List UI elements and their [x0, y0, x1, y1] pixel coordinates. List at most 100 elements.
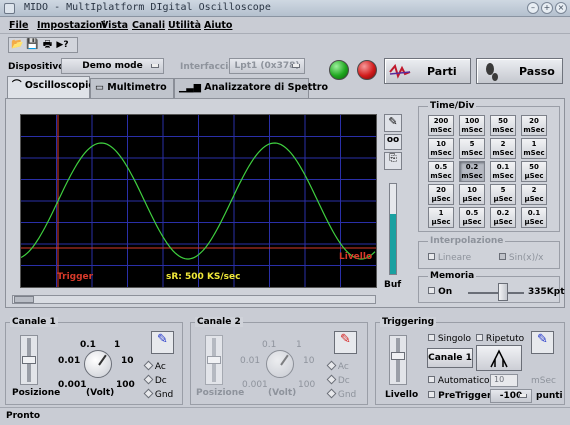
oscilloscope-tab-icon: ⌒	[12, 80, 22, 91]
rising-edge-icon	[490, 349, 508, 368]
minimize-icon[interactable]: –	[527, 2, 539, 14]
timediv-value: 0.1	[527, 209, 541, 217]
trigger-level-thumb[interactable]	[391, 352, 405, 360]
horizontal-scrollbar[interactable]	[12, 295, 376, 304]
copy-icon[interactable]: ⎘	[384, 152, 402, 170]
ch1-position-slider[interactable]	[20, 335, 38, 385]
timediv-unit: µSec	[493, 195, 513, 203]
start-button[interactable]: Parti	[384, 58, 471, 84]
trigger-edge-button[interactable]	[476, 345, 522, 371]
trigger-channel-button[interactable]: Canale 1	[427, 348, 473, 368]
ch2-ac-radio	[326, 360, 337, 371]
print-icon[interactable]: 🖶	[41, 39, 54, 51]
signal-arrow-icon	[389, 64, 411, 79]
menu-vista[interactable]: Vista	[101, 20, 128, 31]
menu-impostazioni[interactable]: Impostazioni	[37, 20, 106, 31]
trigger-probe-icon[interactable]: ✎	[531, 331, 554, 354]
timediv-button[interactable]: 200 mSec	[428, 115, 454, 136]
timediv-button[interactable]: 0.5 µSec	[459, 207, 485, 228]
timediv-value: 10	[467, 186, 477, 194]
ch2-position-label: Posizione	[196, 388, 245, 398]
ch1-ac[interactable]: Ac	[143, 360, 166, 372]
menu-utilita[interactable]: Utilità	[168, 20, 201, 31]
auto-option[interactable]: Automatico	[428, 376, 490, 386]
ch1-probe-icon[interactable]: ✎	[151, 331, 174, 354]
interp-linear[interactable]: Lineare	[428, 253, 471, 263]
timediv-unit: µSec	[462, 218, 482, 226]
memory-slider-track[interactable]	[468, 292, 524, 294]
window-menu-icon[interactable]	[4, 3, 15, 14]
ch1-dc[interactable]: Dc	[143, 374, 167, 386]
ch2-probe-icon[interactable]: ✎	[334, 331, 357, 354]
menu-aiuto[interactable]: Aiuto	[204, 20, 232, 31]
timediv-button[interactable]: 0.5 mSec	[428, 161, 454, 182]
open-folder-icon[interactable]: 📂	[11, 39, 24, 51]
pretrigger-unit: punti	[536, 391, 563, 401]
timediv-button[interactable]: 50 mSec	[490, 115, 516, 136]
timediv-button[interactable]: 1 mSec	[521, 138, 547, 159]
close-icon[interactable]: ×	[555, 2, 567, 14]
ch2-scale-label: 0.1	[262, 340, 277, 350]
timediv-button[interactable]: 0.1 µSec	[521, 207, 547, 228]
timediv-button[interactable]: 5 mSec	[459, 138, 485, 159]
timediv-value: 5	[500, 186, 506, 194]
ch2-position-thumb[interactable]	[207, 356, 221, 364]
ch2-dc[interactable]: Dc	[326, 374, 350, 386]
save-icon[interactable]: 💾	[26, 39, 39, 51]
memory-slider-handle[interactable]	[498, 283, 508, 301]
timediv-button[interactable]: 20 µSec	[428, 184, 454, 205]
tab-analizzatore[interactable]: ▁▃▆ Analizzatore di Spettro	[174, 78, 328, 98]
trigger-level-slider[interactable]	[389, 335, 407, 385]
ch1-volt-knob[interactable]	[84, 350, 112, 378]
timediv-button[interactable]: 2 mSec	[490, 138, 516, 159]
ch1-gnd[interactable]: Gnd	[143, 388, 173, 400]
multimeter-tab-icon: ▭	[95, 82, 104, 93]
timediv-button[interactable]: 2 µSec	[521, 184, 547, 205]
pretrigger-option[interactable]: PreTrigger	[428, 391, 491, 401]
scrollbar-thumb[interactable]	[14, 296, 34, 303]
ch2-position-slider[interactable]	[205, 335, 223, 385]
step-button[interactable]: Passo	[476, 58, 563, 84]
timediv-button[interactable]: 1 µSec	[428, 207, 454, 228]
ch1-scale-label: 10	[121, 356, 134, 366]
timediv-button[interactable]: 0.2 mSec	[459, 161, 485, 182]
timediv-button[interactable]: 0.2 µSec	[490, 207, 516, 228]
timediv-button[interactable]: 50 µSec	[521, 161, 547, 182]
repeat-option[interactable]: Ripetuto	[476, 334, 524, 344]
timediv-unit: µSec	[493, 218, 513, 226]
memory-on[interactable]: On	[428, 287, 452, 297]
tab-multimetro[interactable]: ▭ Multimetro	[90, 78, 174, 98]
timediv-value: 0.5	[465, 209, 479, 217]
tab-oscilloscopio[interactable]: ⌒ Oscilloscopio	[7, 76, 95, 98]
timediv-title: Time/Div	[428, 101, 477, 111]
timediv-button[interactable]: 10 mSec	[428, 138, 454, 159]
glasses-icon[interactable]: oo	[384, 134, 402, 150]
timediv-value: 1	[531, 140, 537, 148]
maximize-icon[interactable]: +	[541, 2, 553, 14]
timediv-button[interactable]: 5 µSec	[490, 184, 516, 205]
interp-sinx[interactable]: Sin(x)/x	[499, 253, 544, 263]
trigger-label: Trigger	[57, 272, 94, 282]
pretrigger-select[interactable]: -100	[490, 389, 532, 403]
menu-canali[interactable]: Canali	[132, 20, 165, 31]
timediv-button[interactable]: 10 µSec	[459, 184, 485, 205]
ch1-position-thumb[interactable]	[22, 356, 36, 364]
device-select[interactable]: Demo mode	[61, 58, 164, 74]
timediv-button[interactable]: 100 mSec	[459, 115, 485, 136]
paint-icon[interactable]: ✎	[384, 114, 402, 132]
auto-time-spinner[interactable]: 10	[490, 374, 518, 387]
ch2-scale-label: 0.001	[242, 380, 268, 390]
timediv-button[interactable]: 20 mSec	[521, 115, 547, 136]
sinx-checkbox[interactable]	[499, 253, 506, 260]
help-icon[interactable]: ▶?	[56, 39, 69, 51]
ch2-ac[interactable]: Ac	[326, 360, 349, 372]
interface-select[interactable]: Lpt1 (0x378)	[229, 58, 305, 74]
menu-file[interactable]: File	[9, 20, 28, 31]
linear-checkbox[interactable]	[428, 253, 435, 260]
ch2-volt-knob[interactable]	[266, 350, 294, 378]
triggering-title: Triggering	[380, 317, 437, 327]
timediv-button[interactable]: 0.1 mSec	[490, 161, 516, 182]
memory-on-checkbox[interactable]	[428, 287, 435, 294]
ch2-gnd[interactable]: Gnd	[326, 388, 356, 400]
single-option[interactable]: Singolo	[428, 334, 471, 344]
